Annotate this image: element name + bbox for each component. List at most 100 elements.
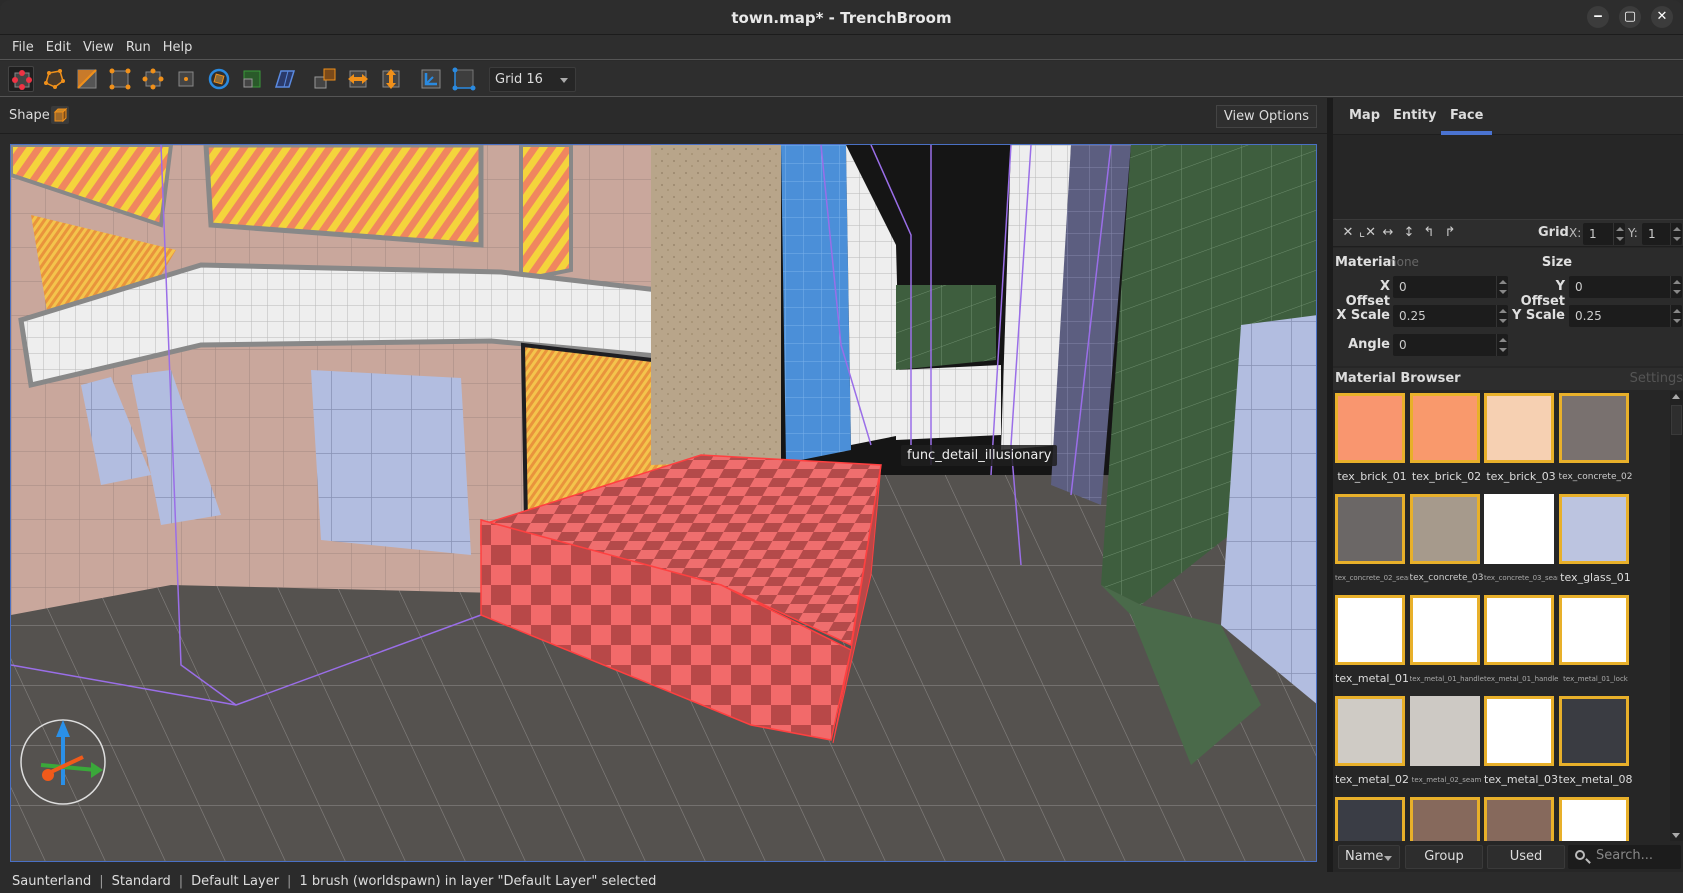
spin-arrows-icon[interactable]	[1613, 223, 1625, 245]
status-mode: Standard	[111, 874, 171, 889]
inspector-tabs: Map Entity Face	[1333, 98, 1683, 135]
material-item[interactable]: tex_metal_01_handles	[1484, 595, 1558, 683]
clip-triangle-icon	[77, 69, 97, 89]
spin-arrows-icon[interactable]	[1496, 334, 1508, 356]
edge-square-icon	[109, 68, 131, 90]
tab-entity[interactable]: Entity	[1393, 108, 1437, 123]
polygon-vertex-icon	[44, 69, 65, 89]
material-item[interactable]: tex_metal_01	[1335, 595, 1409, 685]
material-name: tex_metal_01	[1335, 672, 1409, 685]
spin-arrows-icon[interactable]	[1670, 305, 1682, 327]
material-scrollbar[interactable]	[1670, 391, 1683, 841]
spin-arrows-icon[interactable]	[1670, 276, 1682, 298]
material-item[interactable]: tex_metal_02_seam	[1409, 696, 1484, 784]
maximize-button[interactable]: ▢	[1619, 6, 1641, 28]
clip-tool-button[interactable]	[74, 66, 100, 92]
material-thumbnail	[1558, 494, 1629, 564]
tab-map[interactable]: Map	[1349, 108, 1380, 123]
material-item[interactable]	[1484, 797, 1558, 841]
spin-arrows-icon[interactable]	[1496, 305, 1508, 327]
grid-y-spinbox[interactable]: 1	[1642, 223, 1682, 245]
point-tool-button[interactable]	[173, 66, 199, 92]
cube-shape-icon[interactable]	[51, 106, 69, 124]
material-item[interactable]: tex_brick_01	[1335, 393, 1409, 483]
y-offset-field[interactable]: 0	[1569, 276, 1682, 298]
material-grid: tex_brick_01 tex_brick_02 tex_brick_03 tex_…	[1333, 391, 1673, 841]
vertex-tool-button[interactable]	[41, 66, 67, 92]
material-browser-title: Material Browser	[1335, 371, 1461, 386]
3d-viewport[interactable]: func_detail_illusionary	[10, 144, 1317, 862]
spin-arrows-icon[interactable]	[1496, 276, 1508, 298]
material-item[interactable]: tex_metal_02	[1335, 696, 1409, 786]
material-browser-settings[interactable]: Settings	[1630, 371, 1683, 386]
rotate-tool-button[interactable]	[206, 66, 232, 92]
face-tool-button[interactable]	[140, 66, 166, 92]
material-value: none	[1389, 255, 1419, 269]
x-offset-field[interactable]: 0	[1393, 276, 1508, 298]
material-item[interactable]: tex_brick_02	[1409, 393, 1484, 483]
scroll-thumb[interactable]	[1671, 405, 1682, 435]
uv-lock-button[interactable]	[451, 66, 477, 92]
scroll-up-icon[interactable]	[1672, 394, 1680, 399]
spin-arrows-icon[interactable]	[1670, 223, 1682, 245]
scroll-down-icon[interactable]	[1672, 833, 1680, 838]
tab-face[interactable]: Face	[1440, 108, 1493, 135]
duplicate-icon	[314, 68, 336, 89]
material-item[interactable]: tex_concrete_03_seam	[1484, 494, 1558, 582]
menu-run[interactable]: Run	[121, 35, 158, 55]
shape-bar: Shape View Options	[0, 98, 1327, 134]
material-item[interactable]: tex_concrete_02	[1558, 393, 1633, 482]
flip-horizontal-button[interactable]	[345, 66, 371, 92]
x-scale-field[interactable]: 0.25	[1393, 305, 1508, 327]
reset-to-world-icon[interactable]: ⌞✕	[1359, 225, 1376, 240]
grid-size-select[interactable]: Grid 16	[489, 67, 576, 92]
material-thumbnail	[1409, 393, 1480, 463]
duplicate-button[interactable]	[312, 66, 338, 92]
menu-file[interactable]: File	[0, 35, 41, 55]
material-item[interactable]: tex_glass_01	[1558, 494, 1633, 584]
material-item[interactable]: tex_concrete_02_seam	[1335, 494, 1409, 582]
material-item[interactable]	[1558, 797, 1633, 841]
reset-icon[interactable]: ✕	[1340, 225, 1356, 240]
angle-field[interactable]: 0	[1393, 334, 1508, 356]
group-button[interactable]: Group	[1405, 845, 1483, 869]
rotate-cw-icon[interactable]: ↱	[1442, 225, 1458, 240]
menu-help[interactable]: Help	[158, 35, 200, 55]
flip-vertical-icon	[382, 69, 400, 89]
menu-edit[interactable]: Edit	[41, 35, 78, 55]
minimize-button[interactable]: ‒	[1587, 6, 1609, 28]
edge-tool-button[interactable]	[107, 66, 133, 92]
flip-horizontal-icon[interactable]: ↔	[1380, 225, 1396, 240]
material-search-input[interactable]: Search...	[1568, 845, 1681, 869]
used-button[interactable]: Used	[1487, 845, 1565, 869]
material-item[interactable]: tex_metal_08	[1558, 696, 1633, 786]
flip-vertical-button[interactable]	[378, 66, 404, 92]
material-item[interactable]: tex_concrete_03	[1409, 494, 1484, 583]
material-thumbnail	[1335, 595, 1405, 665]
material-item[interactable]: tex_brick_03	[1484, 393, 1558, 483]
view-options-button[interactable]: View Options	[1215, 105, 1317, 128]
close-button[interactable]: ✕	[1651, 6, 1673, 28]
material-item[interactable]	[1335, 797, 1409, 841]
material-item[interactable]: tex_metal_01_lock	[1558, 595, 1633, 683]
texture-lock-button[interactable]	[418, 66, 444, 92]
material-item[interactable]: tex_metal_01_handle	[1409, 595, 1484, 683]
grid-x-spinbox[interactable]: 1	[1583, 223, 1625, 245]
face-attributes: Material none Size X Offset 0 Y Offset 0…	[1333, 248, 1683, 366]
menu-view[interactable]: View	[78, 35, 121, 55]
shear-tool-button[interactable]	[272, 66, 298, 92]
window-title: town.map* - TrenchBroom	[731, 9, 952, 27]
flip-vertical-icon[interactable]: ↕	[1401, 225, 1417, 240]
angle-value: 0	[1399, 338, 1407, 352]
y-scale-field[interactable]: 0.25	[1569, 305, 1682, 327]
material-item[interactable]	[1409, 797, 1484, 841]
y-offset-label: Y Offset	[1520, 279, 1565, 309]
grid-x-value: 1	[1589, 227, 1597, 241]
sort-select[interactable]: Name	[1338, 845, 1400, 869]
brush-tool-button[interactable]	[8, 66, 34, 92]
rotate-ccw-icon[interactable]: ↰	[1421, 225, 1437, 240]
scale-tool-button[interactable]	[239, 66, 265, 92]
material-item[interactable]: tex_metal_03	[1484, 696, 1558, 786]
material-name: tex_brick_01	[1337, 470, 1407, 483]
material-browser-controls: Name Group Used Search...	[1333, 844, 1683, 872]
